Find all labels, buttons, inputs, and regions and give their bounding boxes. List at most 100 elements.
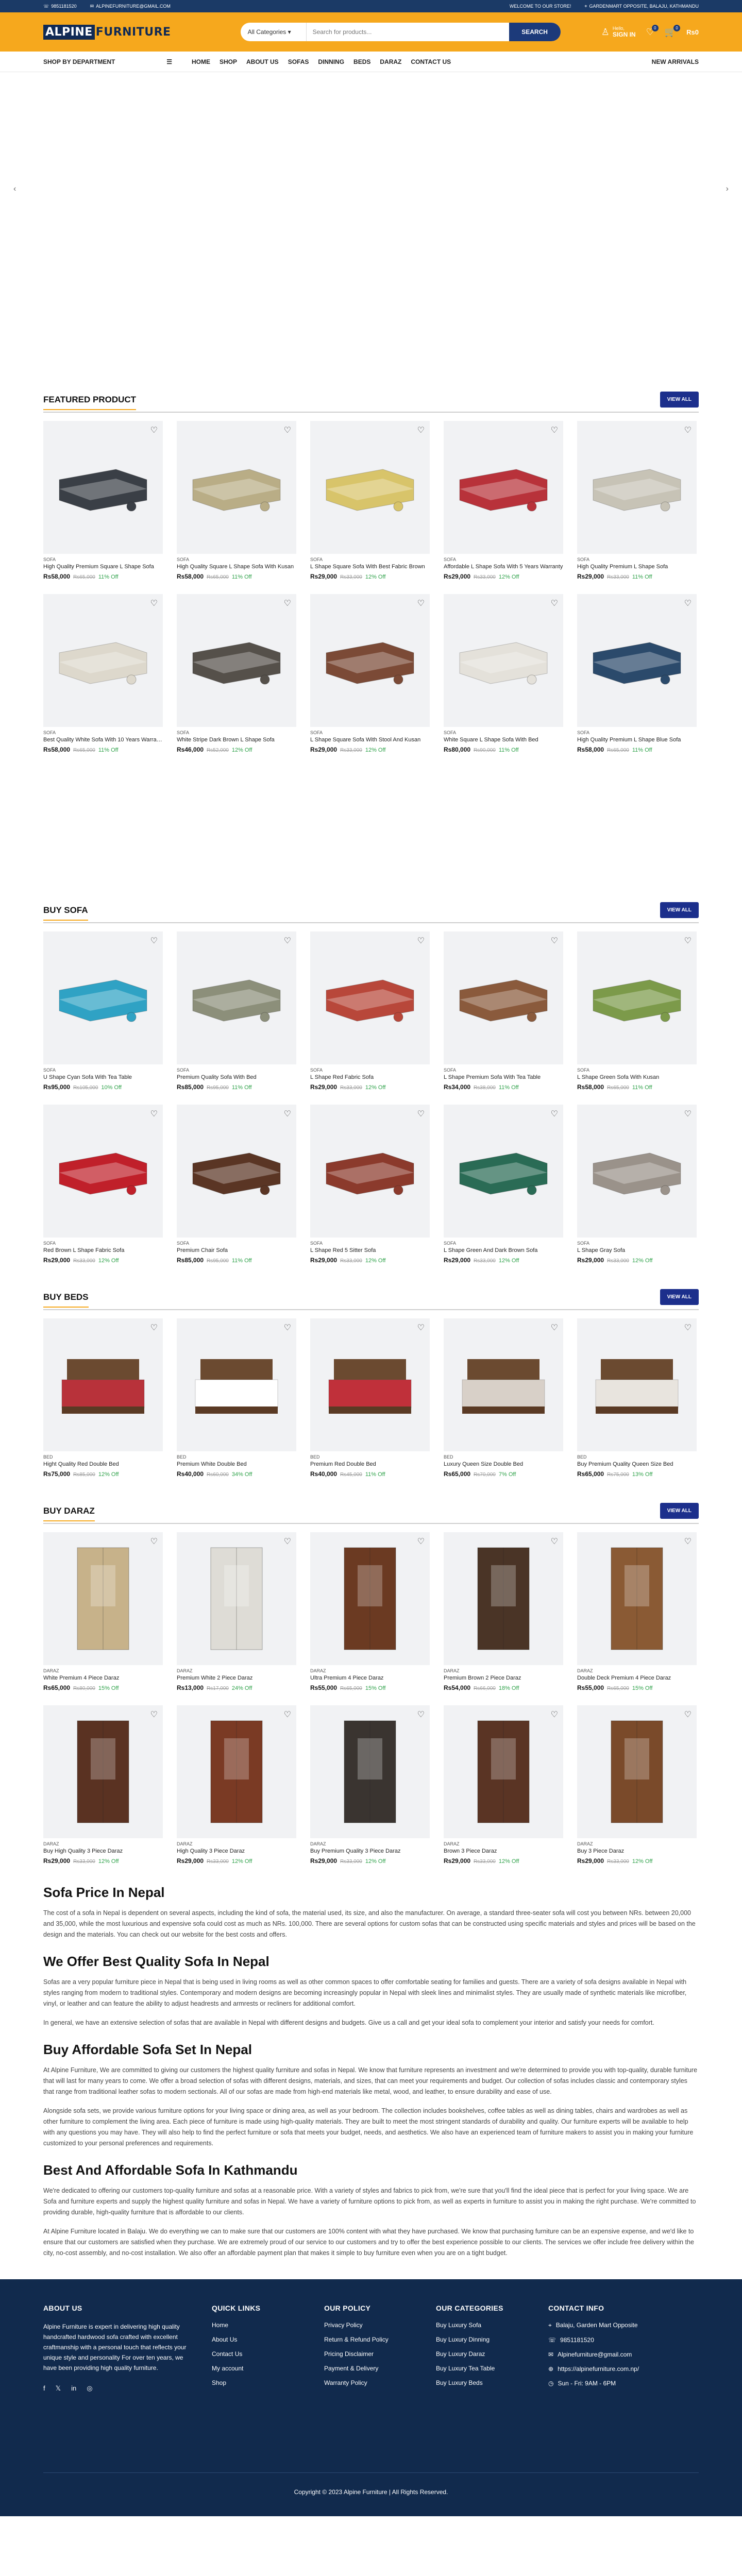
product-card[interactable]: ♡ SOFA High Quality Premium L Shape Blue S…: [577, 594, 697, 758]
facebook-icon[interactable]: f: [43, 2384, 45, 2393]
footer-link-home[interactable]: Home: [212, 2321, 324, 2329]
product-image[interactable]: ♡: [577, 1705, 697, 1838]
product-card[interactable]: ♡ SOFA L Shape Red 5 Sitter Sofa Rs29,000 Rs…: [310, 1105, 430, 1268]
footer-website[interactable]: https://alpinefurniture.com.np/: [558, 2365, 639, 2372]
wishlist-heart-icon[interactable]: ♡: [684, 1709, 692, 1720]
product-image[interactable]: ♡: [310, 1532, 430, 1665]
wishlist-heart-icon[interactable]: ♡: [684, 1323, 692, 1333]
product-image[interactable]: ♡: [43, 1532, 163, 1665]
search-button[interactable]: SEARCH: [509, 23, 561, 41]
product-card[interactable]: ♡ DARAZ Premium Brown 2 Piece Daraz Rs54,00…: [444, 1532, 563, 1696]
product-name[interactable]: High Quality Square L Shape Sofa With Ku…: [177, 564, 296, 570]
product-image[interactable]: ♡: [310, 1318, 430, 1451]
wishlist-heart-icon[interactable]: ♡: [684, 425, 692, 435]
product-name[interactable]: L Shape Premium Sofa With Tea Table: [444, 1074, 563, 1080]
product-image[interactable]: ♡: [310, 421, 430, 554]
footer-link-about[interactable]: About Us: [212, 2336, 324, 2343]
product-name[interactable]: Premium Red Double Bed: [310, 1461, 430, 1467]
product-name[interactable]: White Stripe Dark Brown L Shape Sofa: [177, 737, 296, 743]
category-select[interactable]: All Categories ▾: [241, 23, 307, 41]
product-card[interactable]: ♡ DARAZ White Premium 4 Piece Daraz Rs65,00…: [43, 1532, 163, 1696]
product-card[interactable]: ♡ SOFA White Stripe Dark Brown L Shape Sof…: [177, 594, 296, 758]
product-image[interactable]: ♡: [310, 1105, 430, 1238]
product-card[interactable]: ♡ DARAZ Buy Premium Quality 3 Piece Daraz R…: [310, 1705, 430, 1869]
wishlist-heart-icon[interactable]: ♡: [284, 425, 291, 435]
product-name[interactable]: Premium Brown 2 Piece Daraz: [444, 1675, 563, 1681]
wishlist-heart-icon[interactable]: ♡: [417, 936, 425, 946]
product-name[interactable]: Double Deck Premium 4 Piece Daraz: [577, 1675, 697, 1681]
product-card[interactable]: ♡ BED Premium White Double Bed Rs40,000 Rs60…: [177, 1318, 296, 1482]
product-image[interactable]: ♡: [43, 594, 163, 727]
wishlist-heart-icon[interactable]: ♡: [284, 1536, 291, 1547]
product-image[interactable]: ♡: [444, 931, 563, 1064]
product-image[interactable]: ♡: [310, 931, 430, 1064]
product-name[interactable]: Premium White Double Bed: [177, 1461, 296, 1467]
product-image[interactable]: ♡: [177, 421, 296, 554]
wishlist-heart-icon[interactable]: ♡: [150, 1709, 158, 1720]
product-image[interactable]: ♡: [177, 931, 296, 1064]
product-name[interactable]: L Shape Red 5 Sitter Sofa: [310, 1247, 430, 1253]
product-image[interactable]: ♡: [43, 421, 163, 554]
product-card[interactable]: ♡ DARAZ Ultra Premium 4 Piece Daraz Rs55,00…: [310, 1532, 430, 1696]
nav-daraz[interactable]: DARAZ: [380, 58, 401, 65]
wishlist-heart-icon[interactable]: ♡: [417, 1109, 425, 1119]
wishlist-heart-icon[interactable]: ♡: [150, 1536, 158, 1547]
product-name[interactable]: White Premium 4 Piece Daraz: [43, 1675, 163, 1681]
wishlist-heart-icon[interactable]: ♡: [684, 598, 692, 608]
wishlist-heart-icon[interactable]: ♡: [417, 1536, 425, 1547]
product-image[interactable]: ♡: [444, 1105, 563, 1238]
nav-about[interactable]: ABOUT US: [246, 58, 279, 65]
view-all-button[interactable]: VIEW ALL: [660, 1503, 699, 1519]
product-card[interactable]: ♡ SOFA L Shape Square Sofa With Best Fabri…: [310, 421, 430, 585]
product-image[interactable]: ♡: [444, 1705, 563, 1838]
product-image[interactable]: ♡: [577, 421, 697, 554]
product-name[interactable]: Premium White 2 Piece Daraz: [177, 1675, 296, 1681]
footer-link-payment[interactable]: Payment & Delivery: [324, 2365, 436, 2372]
product-name[interactable]: High Quality 3 Piece Daraz: [177, 1848, 296, 1854]
email-info[interactable]: ✉ ALPINEFURNITURE@GMAIL.COM: [90, 4, 171, 9]
view-all-button[interactable]: VIEW ALL: [660, 392, 699, 408]
product-name[interactable]: White Square L Shape Sofa With Bed: [444, 737, 563, 743]
site-logo[interactable]: ALPINE FURNITURE: [43, 24, 171, 40]
footer-cat-beds[interactable]: Buy Luxury Beds: [436, 2379, 548, 2386]
product-card[interactable]: ♡ BED Premium Red Double Bed Rs40,000 Rs45,0…: [310, 1318, 430, 1482]
product-name[interactable]: L Shape Red Fabric Sofa: [310, 1074, 430, 1080]
product-card[interactable]: ♡ SOFA Premium Chair Sofa Rs85,000 Rs95,000 1…: [177, 1105, 296, 1268]
product-card[interactable]: ♡ SOFA Affordable L Shape Sofa With 5 Year…: [444, 421, 563, 585]
wishlist-heart-icon[interactable]: ♡: [150, 1109, 158, 1119]
wishlist-heart-icon[interactable]: ♡: [150, 1323, 158, 1333]
nav-shop[interactable]: SHOP: [220, 58, 237, 65]
product-name[interactable]: Best Quality White Sofa With 10 Years Wa…: [43, 737, 163, 743]
product-image[interactable]: ♡: [177, 1105, 296, 1238]
product-image[interactable]: ♡: [310, 1705, 430, 1838]
footer-phone[interactable]: 9851181520: [560, 2336, 594, 2344]
footer-link-refund[interactable]: Return & Refund Policy: [324, 2336, 436, 2343]
nav-beds[interactable]: BEDS: [353, 58, 370, 65]
product-image[interactable]: ♡: [177, 594, 296, 727]
product-name[interactable]: L Shape Gray Sofa: [577, 1247, 697, 1253]
product-image[interactable]: ♡: [43, 1105, 163, 1238]
product-image[interactable]: ♡: [577, 1318, 697, 1451]
linkedin-icon[interactable]: in: [71, 2384, 76, 2393]
product-name[interactable]: Premium Chair Sofa: [177, 1247, 296, 1253]
product-name[interactable]: Buy Premium Quality Queen Size Bed: [577, 1461, 697, 1467]
product-image[interactable]: ♡: [444, 1532, 563, 1665]
product-image[interactable]: ♡: [177, 1318, 296, 1451]
product-card[interactable]: ♡ DARAZ Buy 3 Piece Daraz Rs29,000 Rs33,000 1…: [577, 1705, 697, 1869]
product-name[interactable]: Brown 3 Piece Daraz: [444, 1848, 563, 1854]
product-image[interactable]: ♡: [444, 421, 563, 554]
nav-sofas[interactable]: SOFAS: [288, 58, 309, 65]
product-name[interactable]: U Shape Cyan Sofa With Tea Table: [43, 1074, 163, 1080]
product-name[interactable]: Buy 3 Piece Daraz: [577, 1848, 697, 1854]
wishlist-heart-icon[interactable]: ♡: [150, 598, 158, 608]
footer-cat-tea-table[interactable]: Buy Luxury Tea Table: [436, 2365, 548, 2372]
footer-email[interactable]: Alpinefurniture@gmail.com: [558, 2351, 632, 2358]
sign-in-link[interactable]: ♙ Hello, SIGN IN: [601, 26, 636, 38]
product-card[interactable]: ♡ SOFA L Shape Premium Sofa With Tea Table…: [444, 931, 563, 1095]
footer-link-pricing[interactable]: Pricing Disclaimer: [324, 2350, 436, 2358]
product-name[interactable]: Buy Premium Quality 3 Piece Daraz: [310, 1848, 430, 1854]
instagram-icon[interactable]: ◎: [87, 2384, 92, 2393]
wishlist-heart-icon[interactable]: ♡: [684, 1536, 692, 1547]
product-name[interactable]: Luxury Queen Size Double Bed: [444, 1461, 563, 1467]
product-name[interactable]: L Shape Square Sofa With Best Fabric Bro…: [310, 564, 430, 570]
